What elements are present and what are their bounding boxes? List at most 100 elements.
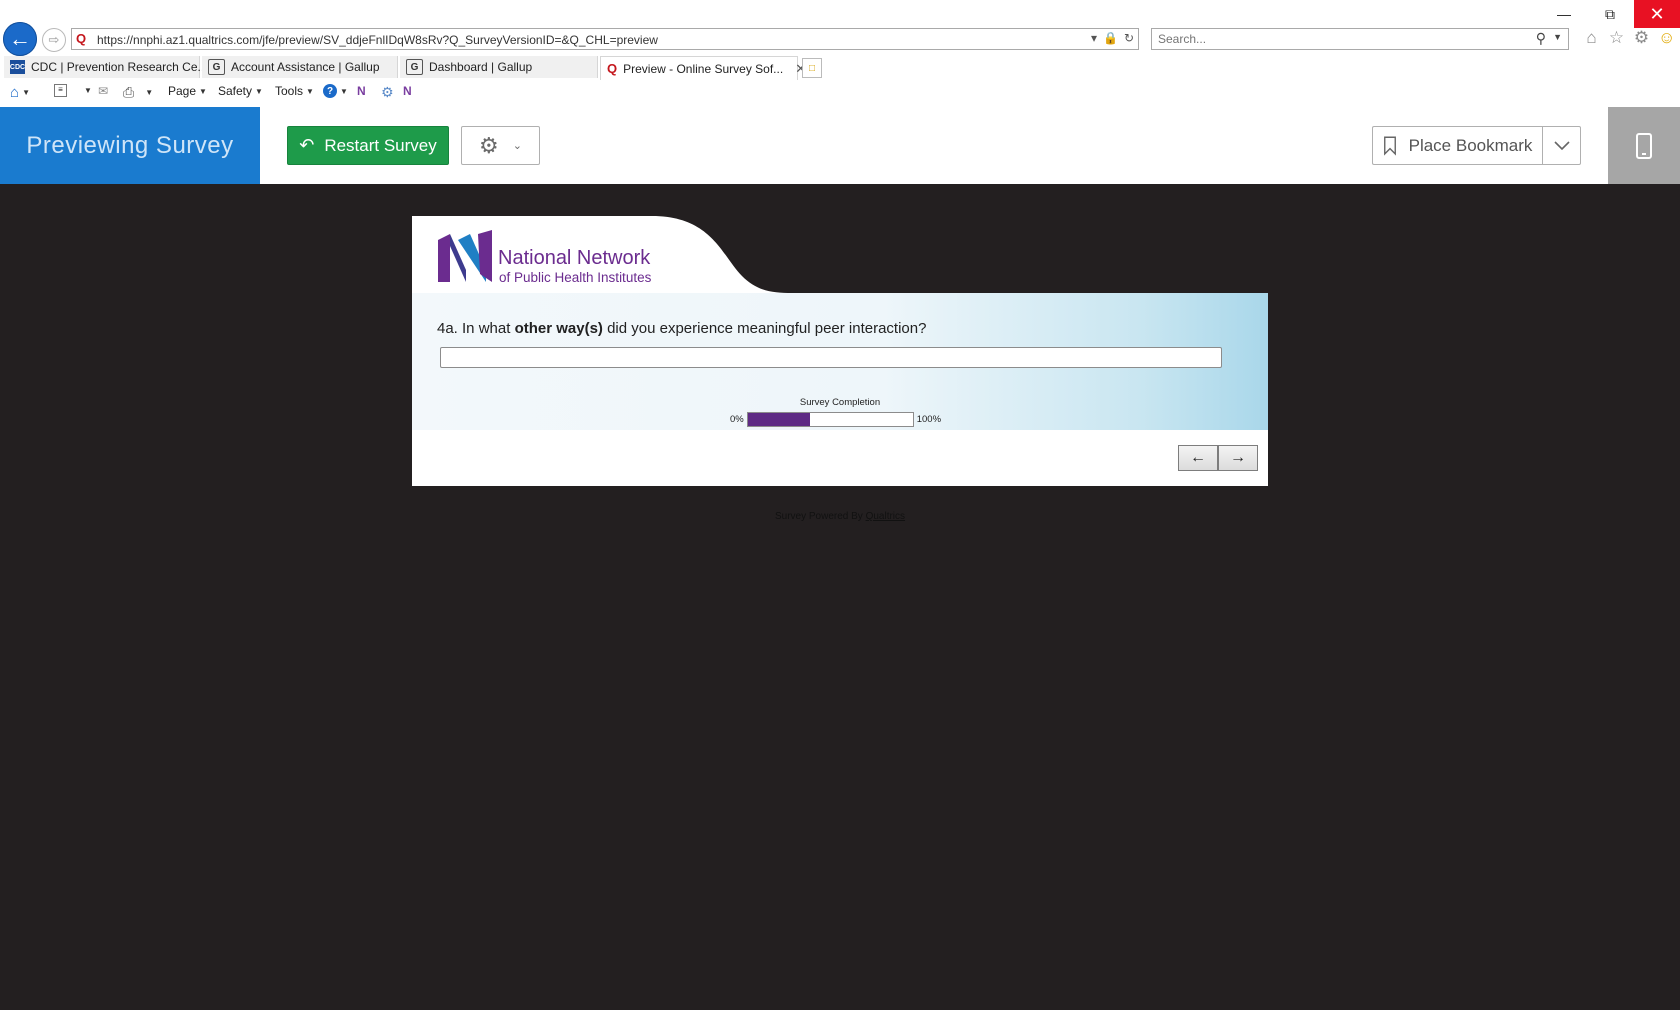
- menu-label: Page: [168, 84, 197, 98]
- bookmark-dropdown-button[interactable]: [1542, 126, 1581, 165]
- survey-card: National Network of Public Health Instit…: [412, 216, 1268, 486]
- gallup-icon: G: [406, 59, 423, 75]
- feedback-smiley-icon[interactable]: ☺: [1658, 28, 1675, 48]
- address-tools: ▾ 🔒 ↻: [1091, 31, 1134, 45]
- cmd-mail[interactable]: ✉: [98, 84, 108, 98]
- minimize-button[interactable]: —: [1541, 0, 1587, 28]
- qualtrics-link[interactable]: Qualtrics: [866, 511, 905, 522]
- lock-icon[interactable]: 🔒: [1103, 31, 1118, 45]
- favorites-star-icon[interactable]: ☆: [1608, 28, 1625, 48]
- menu-safety[interactable]: Safety ▼: [218, 84, 263, 98]
- tab-account-assistance[interactable]: G Account Assistance | Gallup: [202, 56, 398, 78]
- cmd-print[interactable]: ⎙ ▼: [123, 84, 153, 101]
- tab-label: Account Assistance | Gallup: [231, 60, 380, 74]
- chevron-down-icon: [1553, 140, 1570, 150]
- caret-down-icon: ▼: [84, 86, 92, 95]
- addon-gear-icon: ⚙: [381, 84, 394, 100]
- preview-toolbar: Previewing Survey ↶ Restart Survey ⚙ ⌄ P…: [0, 107, 1680, 184]
- question-suffix: did you experience meaningful peer inter…: [602, 320, 927, 337]
- question-area: 4a. In what other way(s) did you experie…: [412, 293, 1268, 430]
- tab-dashboard[interactable]: G Dashboard | Gallup: [400, 56, 598, 78]
- question-text: 4a. In what other way(s) did you experie…: [437, 320, 926, 337]
- caret-down-icon: ▼: [306, 86, 314, 96]
- next-button[interactable]: →: [1218, 445, 1258, 471]
- caret-down-icon: ▼: [145, 88, 154, 97]
- address-dropdown-icon[interactable]: ▾: [1091, 31, 1097, 45]
- tab-label: Preview - Online Survey Sof...: [623, 61, 784, 76]
- progress-label: Survey Completion: [799, 397, 881, 408]
- bookmark-icon: [1383, 136, 1396, 156]
- menu-label: Safety: [218, 84, 253, 98]
- home-icon: ⌂: [10, 84, 20, 101]
- cmd-help[interactable]: ? ▼: [323, 84, 348, 98]
- cmd-feeds[interactable]: ≡ ▼: [54, 84, 92, 97]
- new-tab-button[interactable]: □: [802, 58, 822, 78]
- logo-line-2: of Public Health Institutes: [499, 270, 652, 285]
- powered-by-footer: Survey Powered By Qualtrics: [0, 511, 1680, 522]
- search-dropdown-icon[interactable]: ▼: [1553, 32, 1562, 42]
- caret-down-icon: ▼: [340, 86, 348, 96]
- home-icon[interactable]: ⌂: [1583, 28, 1600, 48]
- settings-gear-icon[interactable]: ⚙: [1633, 28, 1650, 48]
- preview-options-button[interactable]: ⚙ ⌄: [461, 126, 540, 165]
- nnphi-logo-icon: [438, 230, 492, 282]
- tab-label: CDC | Prevention Research Ce...: [31, 60, 208, 74]
- question-prefix: 4a. In what: [437, 320, 515, 337]
- restore-button[interactable]: ⧉: [1587, 0, 1633, 28]
- menu-label: Tools: [275, 84, 304, 98]
- mobile-view-toggle[interactable]: [1608, 107, 1680, 184]
- caret-down-icon: ▼: [22, 88, 30, 97]
- survey-header: National Network of Public Health Instit…: [412, 216, 1268, 293]
- menu-page[interactable]: Page ▼: [168, 84, 207, 98]
- browser-chrome: ← ⇨ Q https://nnphi.az1.qualtrics.com/jf…: [0, 0, 1680, 107]
- question-emphasis: other way(s): [514, 320, 603, 337]
- mobile-phone-icon: [1636, 132, 1652, 159]
- undo-arrow-icon: ↶: [299, 135, 315, 155]
- cmd-onenote[interactable]: N: [357, 84, 366, 98]
- search-input[interactable]: [1158, 32, 1518, 46]
- back-arrow-icon[interactable]: ←: [3, 22, 37, 56]
- bookmark-label: Place Bookmark: [1408, 135, 1533, 155]
- progress-bar: [746, 412, 914, 427]
- address-url[interactable]: https://nnphi.az1.qualtrics.com/jfe/prev…: [97, 33, 658, 47]
- progress-fill: [747, 413, 811, 426]
- progress-row: 0% 100%: [730, 412, 941, 427]
- cmd-onenote-send[interactable]: N: [403, 84, 412, 98]
- browser-toolbar-icons: ⌂ ☆ ⚙ ☺: [1583, 28, 1675, 48]
- help-icon: ?: [323, 84, 337, 98]
- tab-strip: CDC CDC | Prevention Research Ce... G Ac…: [0, 56, 1680, 81]
- gear-icon: ⚙: [479, 132, 499, 158]
- qualtrics-favicon-icon: Q: [76, 31, 87, 46]
- caret-down-icon: ▼: [199, 86, 207, 96]
- logo-line-1: National Network: [498, 247, 651, 269]
- print-icon: ⎙: [123, 84, 135, 100]
- restart-label: Restart Survey: [324, 135, 437, 155]
- search-icon[interactable]: ⚲: [1536, 30, 1546, 47]
- progress-max-label: 100%: [916, 414, 942, 425]
- tab-cdc[interactable]: CDC CDC | Prevention Research Ce...: [4, 56, 208, 78]
- cdc-icon: CDC: [10, 60, 25, 74]
- forward-arrow-icon[interactable]: ⇨: [42, 28, 66, 52]
- mail-icon: ✉: [98, 84, 109, 98]
- chevron-down-icon: ⌄: [512, 140, 522, 152]
- answer-text-field[interactable]: [440, 347, 1222, 368]
- cmd-addon[interactable]: ⚙: [381, 84, 394, 101]
- rss-feed-icon: ≡: [54, 84, 67, 97]
- tab-label: Dashboard | Gallup: [429, 60, 533, 74]
- cmd-home[interactable]: ⌂ ▼: [10, 84, 30, 101]
- onenote-send-icon: N: [403, 84, 412, 98]
- place-bookmark-button[interactable]: Place Bookmark: [1372, 126, 1542, 165]
- onenote-icon: N: [357, 84, 366, 98]
- preview-title: Previewing Survey: [0, 107, 260, 184]
- address-bar[interactable]: Q https://nnphi.az1.qualtrics.com/jfe/pr…: [71, 28, 1139, 50]
- close-window-button[interactable]: ✕: [1634, 0, 1680, 28]
- tab-preview[interactable]: Q Preview - Online Survey Sof... ✕: [600, 56, 806, 80]
- restart-survey-button[interactable]: ↶ Restart Survey: [287, 126, 449, 165]
- search-box[interactable]: ⚲ ▼: [1151, 28, 1569, 50]
- menu-tools[interactable]: Tools ▼: [275, 84, 314, 98]
- refresh-icon[interactable]: ↻: [1124, 31, 1134, 45]
- back-button[interactable]: ←: [1178, 445, 1218, 471]
- gallup-icon: G: [208, 59, 225, 75]
- address-row: ← ⇨ Q https://nnphi.az1.qualtrics.com/jf…: [0, 0, 1680, 56]
- qualtrics-icon: Q: [607, 61, 618, 76]
